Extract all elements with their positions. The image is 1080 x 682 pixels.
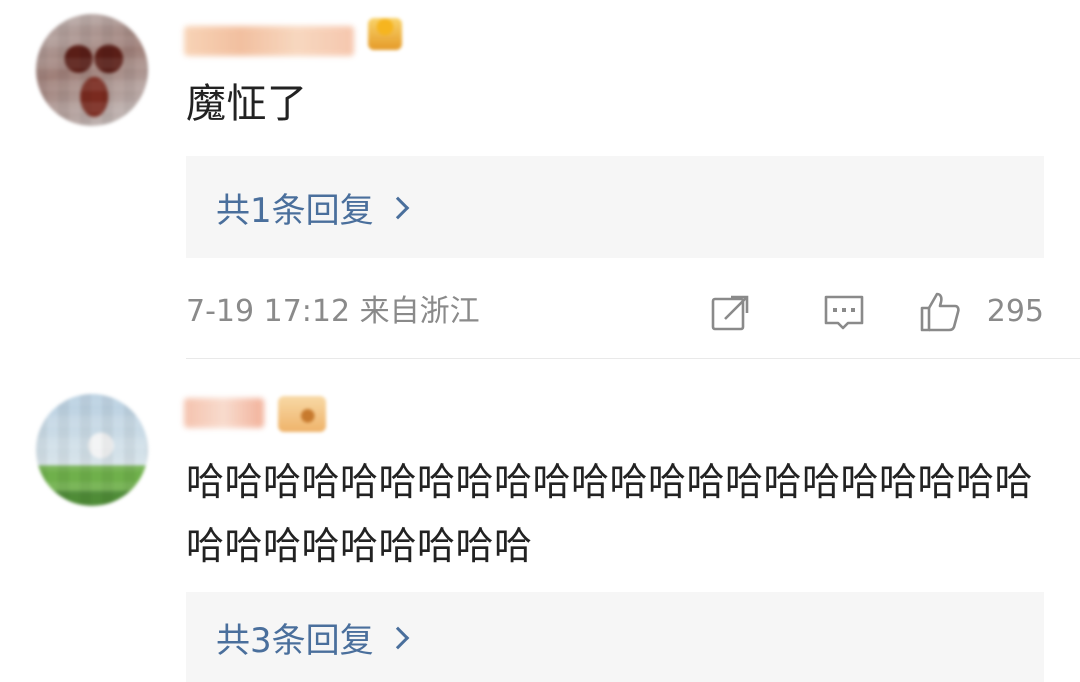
- thumbs-up-icon[interactable]: [918, 290, 962, 334]
- reply-count-label: 共1条回复: [216, 190, 374, 231]
- vip-crown-icon: [368, 18, 402, 50]
- username-obscured[interactable]: [184, 398, 264, 428]
- reply-summary-box[interactable]: 共1条回复: [186, 156, 1044, 258]
- vip-badge-icon: [278, 396, 326, 432]
- comment-item: 魔怔了 共1条回复 7-19 17:12 来自浙江 295: [0, 0, 1080, 360]
- comment-item: 哈哈哈哈哈哈哈哈哈哈哈哈哈哈哈哈哈哈哈哈哈哈哈哈哈哈哈哈哈哈哈 共3条回复: [0, 360, 1080, 682]
- reply-count-label: 共3条回复: [216, 620, 374, 661]
- view-replies-link[interactable]: 共3条回复: [216, 613, 409, 662]
- avatar-pixelation: [36, 394, 148, 506]
- comment-icon[interactable]: [822, 290, 866, 334]
- comment-meta-row: 7-19 17:12 来自浙江 295: [186, 290, 1044, 334]
- user-avatar[interactable]: [36, 394, 148, 506]
- chevron-right-icon: [386, 196, 409, 220]
- comment-timestamp: 7-19 17:12 来自浙江: [186, 294, 480, 329]
- avatar-pixelation: [36, 14, 148, 126]
- comment-text: 魔怔了: [186, 81, 308, 127]
- comment-divider: [186, 358, 1080, 359]
- username-obscured[interactable]: [184, 26, 354, 56]
- like-count: 295: [986, 294, 1044, 329]
- chevron-right-icon: [386, 626, 409, 650]
- share-icon[interactable]: [708, 290, 752, 334]
- comment-text: 哈哈哈哈哈哈哈哈哈哈哈哈哈哈哈哈哈哈哈哈哈哈哈哈哈哈哈哈哈哈哈: [186, 460, 1034, 568]
- view-replies-link[interactable]: 共1条回复: [216, 183, 409, 232]
- user-avatar[interactable]: [36, 14, 148, 126]
